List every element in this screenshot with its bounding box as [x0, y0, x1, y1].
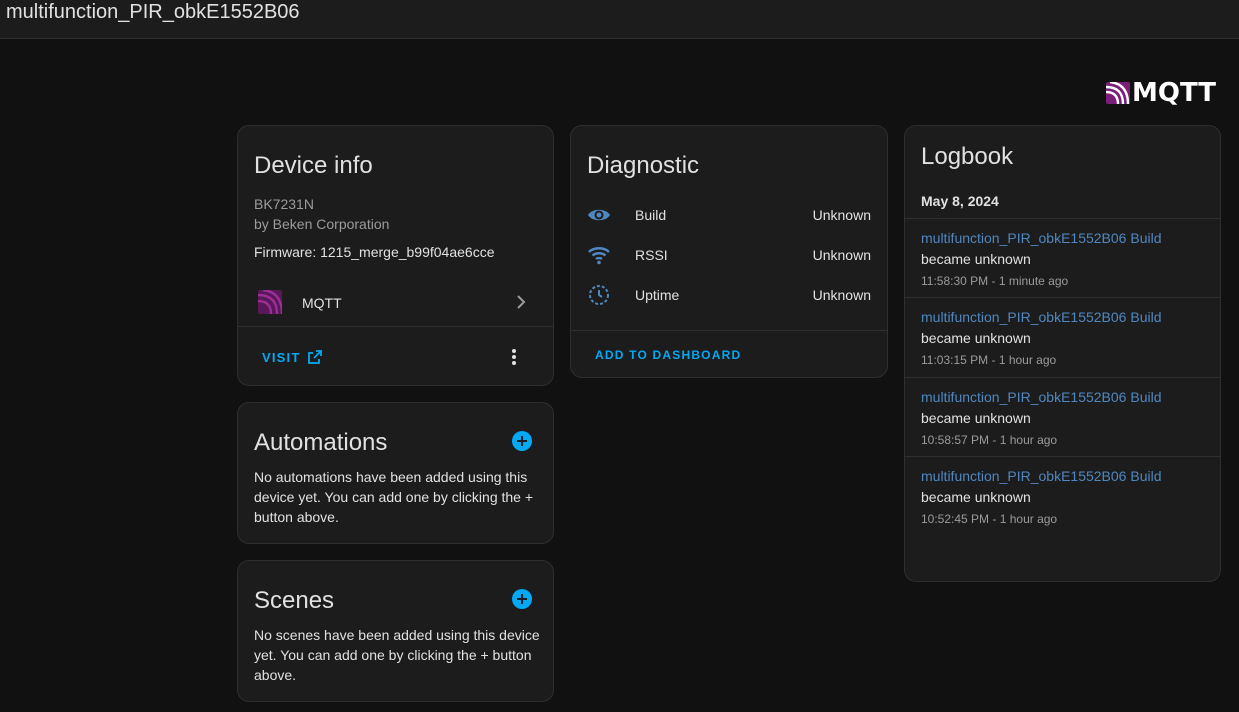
- diagnostic-name: Uptime: [635, 287, 680, 303]
- automations-title: Automations: [254, 429, 388, 456]
- timer-icon: [589, 285, 609, 305]
- diagnostic-value: Unknown: [812, 247, 871, 263]
- scenes-empty-text: No scenes have been added using this dev…: [254, 627, 540, 683]
- diagnostic-card: Diagnostic Build Unknown RSSI Unknown Up…: [570, 125, 888, 378]
- logbook-message: became unknown: [921, 489, 1031, 505]
- visit-button[interactable]: Visit: [262, 349, 323, 365]
- mqtt-icon: [258, 290, 282, 314]
- diagnostic-row-rssi[interactable]: RSSI Unknown: [571, 235, 887, 275]
- logbook-entry: multifunction_PIR_obkE1552B06 Build beca…: [905, 377, 1220, 456]
- diagnostic-title: Diagnostic: [587, 152, 700, 179]
- device-menu-button[interactable]: [505, 348, 523, 366]
- wifi-icon: [588, 247, 610, 265]
- integration-label: MQTT: [302, 295, 342, 311]
- device-manufacturer: by Beken Corporation: [254, 216, 390, 232]
- automations-card: Automations No automations have been add…: [237, 402, 554, 544]
- device-info-divider: [238, 326, 553, 327]
- logbook-entity-link[interactable]: multifunction_PIR_obkE1552B06 Build: [921, 230, 1162, 246]
- device-firmware: Firmware: 1215_merge_b99f04ae6cce: [254, 244, 495, 260]
- device-info-title: Device info: [254, 152, 373, 179]
- diagnostic-divider: [571, 330, 887, 331]
- logbook-message: became unknown: [921, 330, 1031, 346]
- logbook-entity-link[interactable]: multifunction_PIR_obkE1552B06 Build: [921, 468, 1162, 484]
- mqtt-logo-text: MQTT: [1132, 78, 1217, 108]
- chevron-right-icon: [517, 295, 526, 309]
- dots-vertical-icon: [512, 349, 516, 365]
- open-in-new-icon: [307, 350, 322, 364]
- logbook-entry: multifunction_PIR_obkE1552B06 Build beca…: [905, 218, 1220, 297]
- eye-icon: [588, 209, 610, 221]
- add-automation-button[interactable]: [512, 431, 532, 451]
- logbook-entity-link[interactable]: multifunction_PIR_obkE1552B06 Build: [921, 389, 1162, 405]
- visit-label: Visit: [262, 349, 301, 365]
- automations-empty-text: No automations have been added using thi…: [254, 469, 534, 525]
- device-info-card: Device info BK7231N by Beken Corporation…: [237, 125, 554, 386]
- logbook-time: 11:03:15 PM - 1 hour ago: [921, 353, 1057, 367]
- logbook-title: Logbook: [921, 143, 1014, 170]
- mqtt-brand-logo: MQTT: [1106, 80, 1216, 106]
- logbook-time: 10:52:45 PM - 1 hour ago: [921, 512, 1058, 526]
- diagnostic-value: Unknown: [812, 287, 871, 303]
- add-to-dashboard-button[interactable]: Add to dashboard: [595, 348, 741, 362]
- mqtt-logo-icon: [1106, 82, 1130, 104]
- logbook-entry: multifunction_PIR_obkE1552B06 Build beca…: [905, 297, 1220, 377]
- diagnostic-value: Unknown: [812, 207, 871, 223]
- logbook-card: Logbook May 8, 2024 multifunction_PIR_ob…: [904, 125, 1221, 582]
- add-scene-button[interactable]: [512, 589, 532, 609]
- logbook-entity-link[interactable]: multifunction_PIR_obkE1552B06 Build: [921, 309, 1162, 325]
- logbook-time: 11:58:30 PM - 1 minute ago: [921, 274, 1069, 288]
- diagnostic-row-build[interactable]: Build Unknown: [571, 195, 887, 235]
- device-model: BK7231N: [254, 196, 314, 212]
- scenes-title: Scenes: [254, 587, 335, 614]
- logbook-message: became unknown: [921, 251, 1031, 267]
- add-to-dashboard-label: Add to dashboard: [595, 348, 742, 362]
- page-title: multifunction_PIR_obkE1552B06: [6, 1, 300, 23]
- integration-row-mqtt[interactable]: MQTT: [238, 282, 553, 322]
- logbook-time: 10:58:57 PM - 1 hour ago: [921, 433, 1058, 447]
- logbook-entry: multifunction_PIR_obkE1552B06 Build beca…: [905, 456, 1220, 536]
- logbook-message: became unknown: [921, 410, 1031, 426]
- logbook-date: May 8, 2024: [921, 193, 999, 209]
- diagnostic-row-uptime[interactable]: Uptime Unknown: [571, 275, 887, 315]
- top-bar: multifunction_PIR_obkE1552B06: [0, 0, 1239, 39]
- diagnostic-name: RSSI: [635, 247, 668, 263]
- scenes-card: Scenes No scenes have been added using t…: [237, 560, 554, 702]
- diagnostic-name: Build: [635, 207, 667, 223]
